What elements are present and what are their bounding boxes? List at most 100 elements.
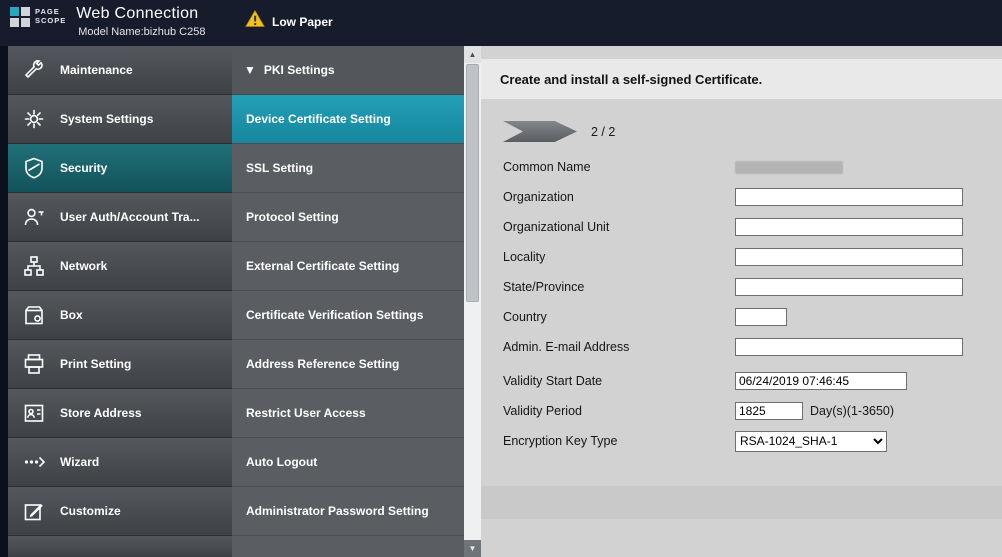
device-alert[interactable]: Low Paper: [245, 10, 333, 33]
sidebar-item-partial[interactable]: [8, 536, 232, 557]
state-province-label: State/Province: [503, 280, 585, 294]
sidebar-item-label: Maintenance: [60, 63, 133, 77]
submenu-header-label: PKI Settings: [263, 63, 335, 77]
submenu-item-administrator-password-setting[interactable]: Administrator Password Setting: [232, 487, 464, 536]
form-row-organizational-unit: Organizational Unit: [503, 212, 1002, 242]
logo-line1: PAGE: [35, 6, 60, 16]
submenu-item-external-certificate-setting[interactable]: External Certificate Setting: [232, 242, 464, 291]
pki-settings-submenu: ▼ PKI Settings Device Certificate Settin…: [232, 46, 464, 557]
main-content: Create and install a self-signed Certifi…: [481, 46, 1002, 557]
submenu-item-label: Address Reference Setting: [246, 356, 400, 371]
sidebar-item-label: User Auth/Account Tra...: [60, 210, 200, 224]
sidebar-item-label: Store Address: [60, 406, 142, 420]
warning-triangle-icon: [245, 10, 265, 33]
submenu-item-ssl-setting[interactable]: SSL Setting: [232, 144, 464, 193]
form-row-country: Country: [503, 302, 1002, 332]
validity-start-date-label: Validity Start Date: [503, 374, 603, 388]
scroll-up-button[interactable]: ▲: [464, 46, 481, 63]
admin-email-input[interactable]: [735, 338, 963, 356]
form-row-validity-period: Validity Period Day(s)(1-3650): [503, 396, 1002, 426]
locality-label: Locality: [503, 250, 546, 264]
submenu-item-protocol-setting[interactable]: Protocol Setting: [232, 193, 464, 242]
validity-start-date-input[interactable]: [735, 372, 907, 390]
organizational-unit-label: Organizational Unit: [503, 220, 610, 234]
submenu-item-label: Device Certificate Setting: [246, 111, 391, 126]
top-header: PAGE SCOPE Web Connection Model Name:biz…: [0, 0, 1002, 46]
scrollbar-thumb[interactable]: [466, 64, 479, 302]
organization-input[interactable]: [735, 188, 963, 206]
gear-icon: [21, 106, 47, 132]
shield-icon: [21, 155, 47, 181]
pagescope-logo-icon: [10, 7, 30, 27]
country-label: Country: [503, 310, 547, 324]
sidebar-item-system-settings[interactable]: System Settings: [8, 95, 232, 144]
sidebar-item-security[interactable]: Security: [8, 144, 232, 193]
submenu-item-auto-logout[interactable]: Auto Logout: [232, 438, 464, 487]
submenu-item-certificate-verification-settings[interactable]: Certificate Verification Settings: [232, 291, 464, 340]
encryption-key-type-select[interactable]: RSA-1024_SHA-1: [735, 430, 887, 452]
sidebar-item-customize[interactable]: Customize: [8, 487, 232, 536]
sidebar-item-label: Box: [60, 308, 83, 322]
encryption-key-type-label: Encryption Key Type: [503, 434, 618, 448]
wrench-icon: [21, 57, 47, 83]
admin-email-label: Admin. E-mail Address: [503, 340, 630, 354]
submenu-item-label: Restrict User Access: [246, 405, 366, 420]
sidebar-item-user-auth[interactable]: User Auth/Account Tra...: [8, 193, 232, 242]
form-row-validity-start-date: Validity Start Date: [503, 366, 1002, 396]
validity-period-suffix: Day(s)(1-3650): [810, 404, 895, 418]
sidebar-item-label: System Settings: [60, 112, 154, 126]
submenu-item-restrict-user-access[interactable]: Restrict User Access: [232, 389, 464, 438]
form-row-organization: Organization: [503, 182, 1002, 212]
sidebar-item-label: Print Setting: [60, 357, 132, 371]
pagescope-logo: PAGE SCOPE: [10, 5, 66, 27]
sidebar-item-network[interactable]: Network: [8, 242, 232, 291]
app-title: Web Connection: [76, 5, 199, 22]
step-arrow-icon: [503, 121, 577, 142]
submenu-item-partial[interactable]: [232, 536, 464, 557]
step-count: 2 / 2: [591, 124, 616, 139]
form-row-state-province: State/Province: [503, 272, 1002, 302]
certificate-form: Common Name Organization Organizational …: [481, 152, 1002, 456]
form-row-admin-email: Admin. E-mail Address: [503, 332, 1002, 362]
page-title: Create and install a self-signed Certifi…: [481, 59, 1002, 99]
sidebar-item-label: Wizard: [60, 455, 100, 469]
step-indicator: 2 / 2: [503, 121, 1002, 142]
sidebar-item-label: Network: [60, 259, 108, 273]
validity-period-input[interactable]: [735, 402, 803, 420]
form-row-encryption-key-type: Encryption Key Type RSA-1024_SHA-1: [503, 426, 1002, 456]
organizational-unit-input[interactable]: [735, 218, 963, 236]
footer-strip: [481, 486, 1002, 519]
sidebar-item-store-address[interactable]: Store Address: [8, 389, 232, 438]
sidebar-item-label: Customize: [60, 504, 121, 518]
wizard-icon: [21, 449, 47, 475]
organization-label: Organization: [503, 190, 574, 204]
sidebar-item-wizard[interactable]: Wizard: [8, 438, 232, 487]
sidebar-item-box[interactable]: Box: [8, 291, 232, 340]
form-row-common-name: Common Name: [503, 152, 1002, 182]
state-province-input[interactable]: [735, 278, 963, 296]
pagescope-logo-text: PAGE SCOPE: [35, 7, 66, 26]
submenu-item-label: SSL Setting: [246, 160, 314, 175]
sidebar-item-maintenance[interactable]: Maintenance: [8, 46, 232, 95]
model-name: Model Name:bizhub C258: [78, 26, 206, 38]
locality-input[interactable]: [735, 248, 963, 266]
submenu-scrollbar[interactable]: ▲ ▼: [464, 46, 481, 557]
submenu-item-label: Administrator Password Setting: [246, 503, 429, 518]
chevron-down-icon: ▼: [244, 63, 256, 77]
submenu-item-label: Auto Logout: [246, 454, 318, 469]
box-icon: [21, 302, 47, 328]
pencil-icon: [21, 498, 47, 524]
country-input[interactable]: [735, 308, 787, 326]
sidebar-item-label: Security: [60, 161, 108, 175]
validity-period-label: Validity Period: [503, 404, 582, 418]
scroll-down-button[interactable]: ▼: [464, 540, 481, 557]
form-row-locality: Locality: [503, 242, 1002, 272]
network-icon: [21, 253, 47, 279]
submenu-item-label: Protocol Setting: [246, 209, 339, 224]
submenu-item-label: External Certificate Setting: [246, 258, 400, 273]
submenu-item-device-certificate-setting[interactable]: Device Certificate Setting: [232, 95, 464, 144]
common-name-redacted-value: [735, 160, 843, 174]
submenu-header-pki-settings[interactable]: ▼ PKI Settings: [232, 46, 464, 95]
submenu-item-address-reference-setting[interactable]: Address Reference Setting: [232, 340, 464, 389]
sidebar-item-print-setting[interactable]: Print Setting: [8, 340, 232, 389]
